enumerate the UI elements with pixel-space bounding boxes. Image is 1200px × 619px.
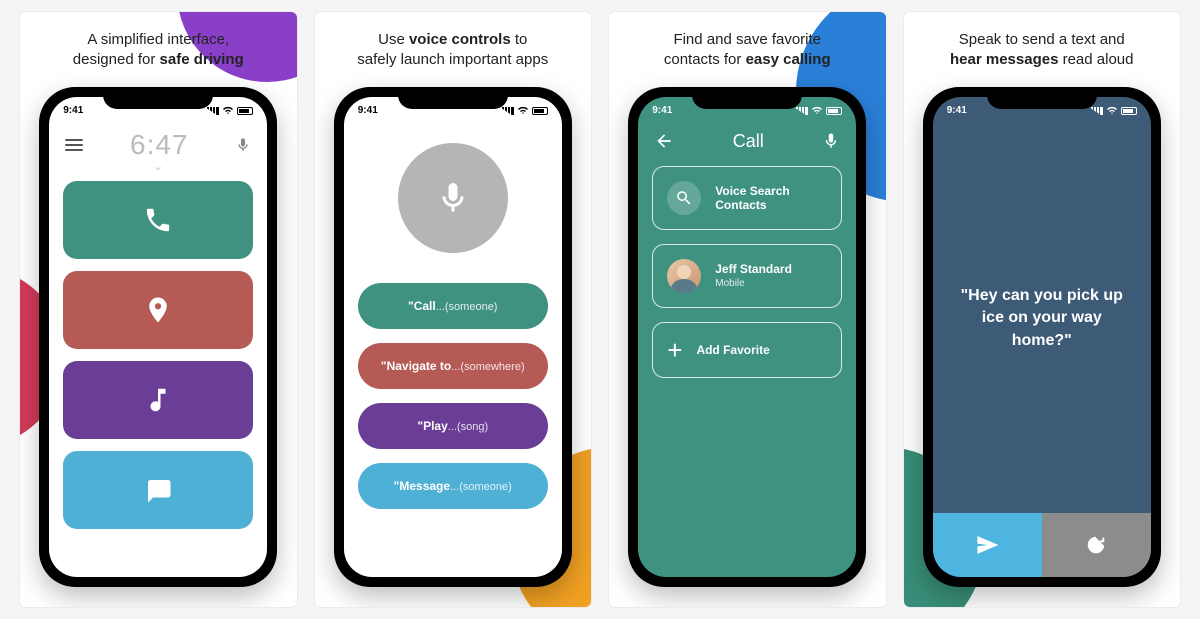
panel-call: Find and save favorite contacts for easy… (609, 12, 886, 607)
screen-home: 9:41 6:47 ⌄ (49, 97, 267, 577)
message-actions (933, 513, 1151, 577)
location-tile[interactable] (63, 271, 253, 349)
wifi-icon (1106, 106, 1118, 115)
wifi-icon (222, 106, 234, 115)
phone-frame: 9:41 "Hey can you pick up ice on your wa… (923, 87, 1161, 587)
phone-tile[interactable] (63, 181, 253, 259)
message-text: "Hey can you pick up ice on your way hom… (955, 285, 1129, 352)
phone-frame: 9:41 Call Voice Search Contacts (628, 87, 866, 587)
status-time: 9:41 (63, 105, 83, 116)
panel-message: Speak to send a text and hear messages r… (904, 12, 1181, 607)
send-icon (976, 534, 998, 556)
music-tile[interactable] (63, 361, 253, 439)
command-call[interactable]: "Call...(someone) (358, 283, 548, 329)
tile-list (49, 173, 267, 537)
menu-icon[interactable] (65, 139, 83, 151)
status-time: 9:41 (947, 105, 967, 116)
voice-search-card[interactable]: Voice Search Contacts (652, 166, 842, 230)
send-button[interactable] (933, 513, 1042, 577)
status-time: 9:41 (652, 105, 672, 116)
message-body: "Hey can you pick up ice on your way hom… (933, 125, 1151, 513)
screen-call: 9:41 Call Voice Search Contacts (638, 97, 856, 577)
contact-type: Mobile (715, 278, 792, 289)
phone-notch (103, 87, 213, 109)
plus-icon: + (667, 337, 682, 363)
status-time: 9:41 (358, 105, 378, 116)
caption: Find and save favorite contacts for easy… (652, 12, 843, 81)
mic-icon[interactable] (822, 132, 840, 150)
message-icon (143, 475, 173, 505)
chevron-down-icon[interactable]: ⌄ (49, 159, 267, 173)
phone-notch (987, 87, 1097, 109)
screen-title: Call (733, 131, 764, 152)
caption: A simplified interface, designed for saf… (61, 12, 256, 81)
voice-activate-button[interactable] (398, 143, 508, 253)
phone-notch (398, 87, 508, 109)
contact-name: Jeff Standard (715, 262, 792, 276)
command-play[interactable]: "Play...(song) (358, 403, 548, 449)
redo-icon (1085, 534, 1107, 556)
top-bar: 6:47 (49, 125, 267, 161)
message-tile[interactable] (63, 451, 253, 529)
mic-icon (435, 180, 471, 216)
back-icon[interactable] (654, 131, 674, 151)
search-icon (667, 181, 701, 215)
panel-voice: Use voice controls to safely launch impo… (315, 12, 592, 607)
music-icon (143, 385, 173, 415)
command-message[interactable]: "Message...(someone) (358, 463, 548, 509)
add-favorite-card[interactable]: + Add Favorite (652, 322, 842, 378)
panel-home: A simplified interface, designed for saf… (20, 12, 297, 607)
contact-list: Voice Search Contacts Jeff Standard Mobi… (638, 166, 856, 378)
mic-icon[interactable] (235, 137, 251, 153)
avatar (667, 259, 701, 293)
command-list: "Call...(someone) "Navigate to...(somewh… (344, 283, 562, 509)
contact-card[interactable]: Jeff Standard Mobile (652, 244, 842, 308)
screen-message: 9:41 "Hey can you pick up ice on your wa… (933, 97, 1151, 577)
screen-voice: 9:41 "Call...(someone) "Navigate to...(s… (344, 97, 562, 577)
screen-header: Call (638, 125, 856, 166)
caption: Speak to send a text and hear messages r… (938, 12, 1145, 81)
clock-display: 6:47 (130, 129, 189, 161)
phone-icon (143, 205, 173, 235)
redo-button[interactable] (1042, 513, 1151, 577)
location-icon (143, 295, 173, 325)
caption: Use voice controls to safely launch impo… (345, 12, 560, 81)
command-navigate[interactable]: "Navigate to...(somewhere) (358, 343, 548, 389)
phone-frame: 9:41 6:47 ⌄ (39, 87, 277, 587)
wifi-icon (517, 106, 529, 115)
phone-frame: 9:41 "Call...(someone) "Navigate to...(s… (334, 87, 572, 587)
wifi-icon (811, 106, 823, 115)
phone-notch (692, 87, 802, 109)
